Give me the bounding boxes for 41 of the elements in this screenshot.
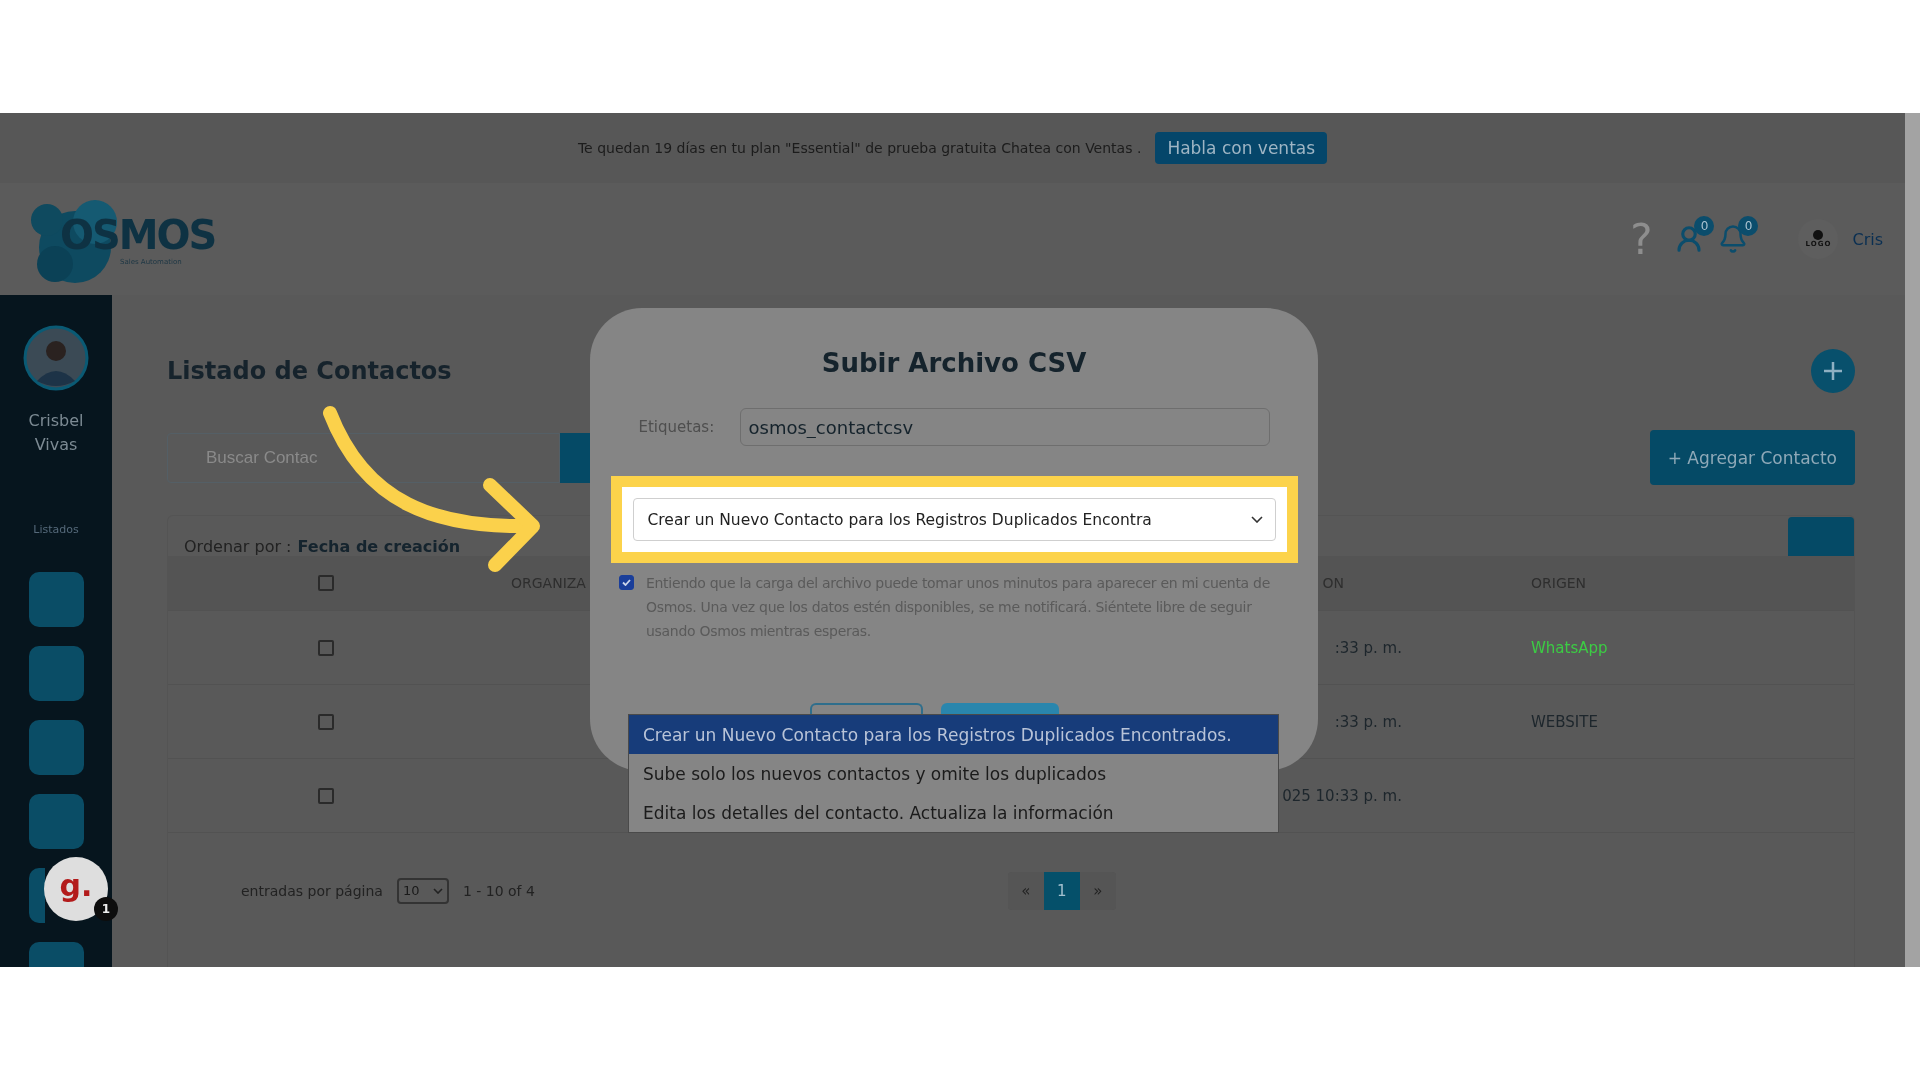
date-cell: :33 p. m. — [1334, 638, 1402, 657]
menu-tile[interactable] — [28, 572, 84, 627]
tags-field[interactable]: osmos_contactcsv — [739, 408, 1270, 446]
origin-cell: WhatsApp — [1531, 638, 1608, 657]
check-icon — [622, 579, 631, 586]
origin-cell: WEBSITE — [1531, 712, 1598, 731]
profile-name: Crisbel Vivas — [27, 410, 85, 456]
chevron-down-icon — [432, 887, 443, 894]
page-button[interactable]: 1 — [1043, 871, 1080, 910]
option-item[interactable]: Sube solo los nuevos contactos y omite los duplicados — [629, 754, 1278, 793]
page-title: Listado de Contactos — [167, 356, 452, 385]
menu-tile[interactable] — [28, 720, 84, 775]
menu-tile[interactable] — [28, 868, 45, 923]
menu-tile[interactable] — [28, 646, 84, 701]
select-all-checkbox[interactable] — [318, 575, 334, 591]
duplicate-mode-select[interactable]: Crear un Nuevo Contacto para los Registros Duplicados Encontra — [632, 498, 1276, 541]
section-label: Listados — [33, 523, 79, 536]
menu-tile[interactable] — [28, 794, 84, 849]
sort-label: Ordenar por : — [184, 537, 292, 558]
contacts-badge: 0 — [1694, 216, 1715, 236]
date-cell: :33 p. m. — [1334, 712, 1402, 731]
search-button[interactable] — [560, 432, 592, 483]
consent-checkbox[interactable] — [619, 575, 634, 590]
chevron-down-icon — [1250, 516, 1263, 523]
sort-value[interactable]: Fecha de creación — [297, 537, 461, 560]
option-item[interactable]: Crear un Nuevo Contacto para los Registros Duplicados Encontrados. — [629, 715, 1278, 754]
row-checkbox[interactable] — [318, 713, 334, 730]
talk-to-sales-button[interactable]: Habla con ventas — [1155, 132, 1328, 164]
date-cell: 025 10:33 p. m. — [1282, 786, 1402, 805]
add-button[interactable] — [1811, 348, 1855, 393]
row-checkbox[interactable] — [318, 787, 334, 804]
notification-badge: 0 — [1738, 216, 1759, 236]
chat-badge: 1 — [94, 897, 118, 921]
plus-icon — [1822, 359, 1844, 382]
trial-message: Te quedan 19 días en tu plan "Essential" de prueba gratuita Chatea con Ventas . — [577, 140, 1142, 156]
profile-avatar[interactable] — [23, 325, 89, 391]
option-item[interactable]: Edita los detalles del contacto. Actualiza la información — [629, 793, 1278, 832]
dialog-title: Subir Archivo CSV — [821, 348, 1087, 378]
per-page-select[interactable]: 10 — [396, 877, 449, 904]
row-checkbox[interactable] — [318, 639, 334, 656]
add-contact-button[interactable]: + Agregar Contacto — [1649, 430, 1855, 485]
